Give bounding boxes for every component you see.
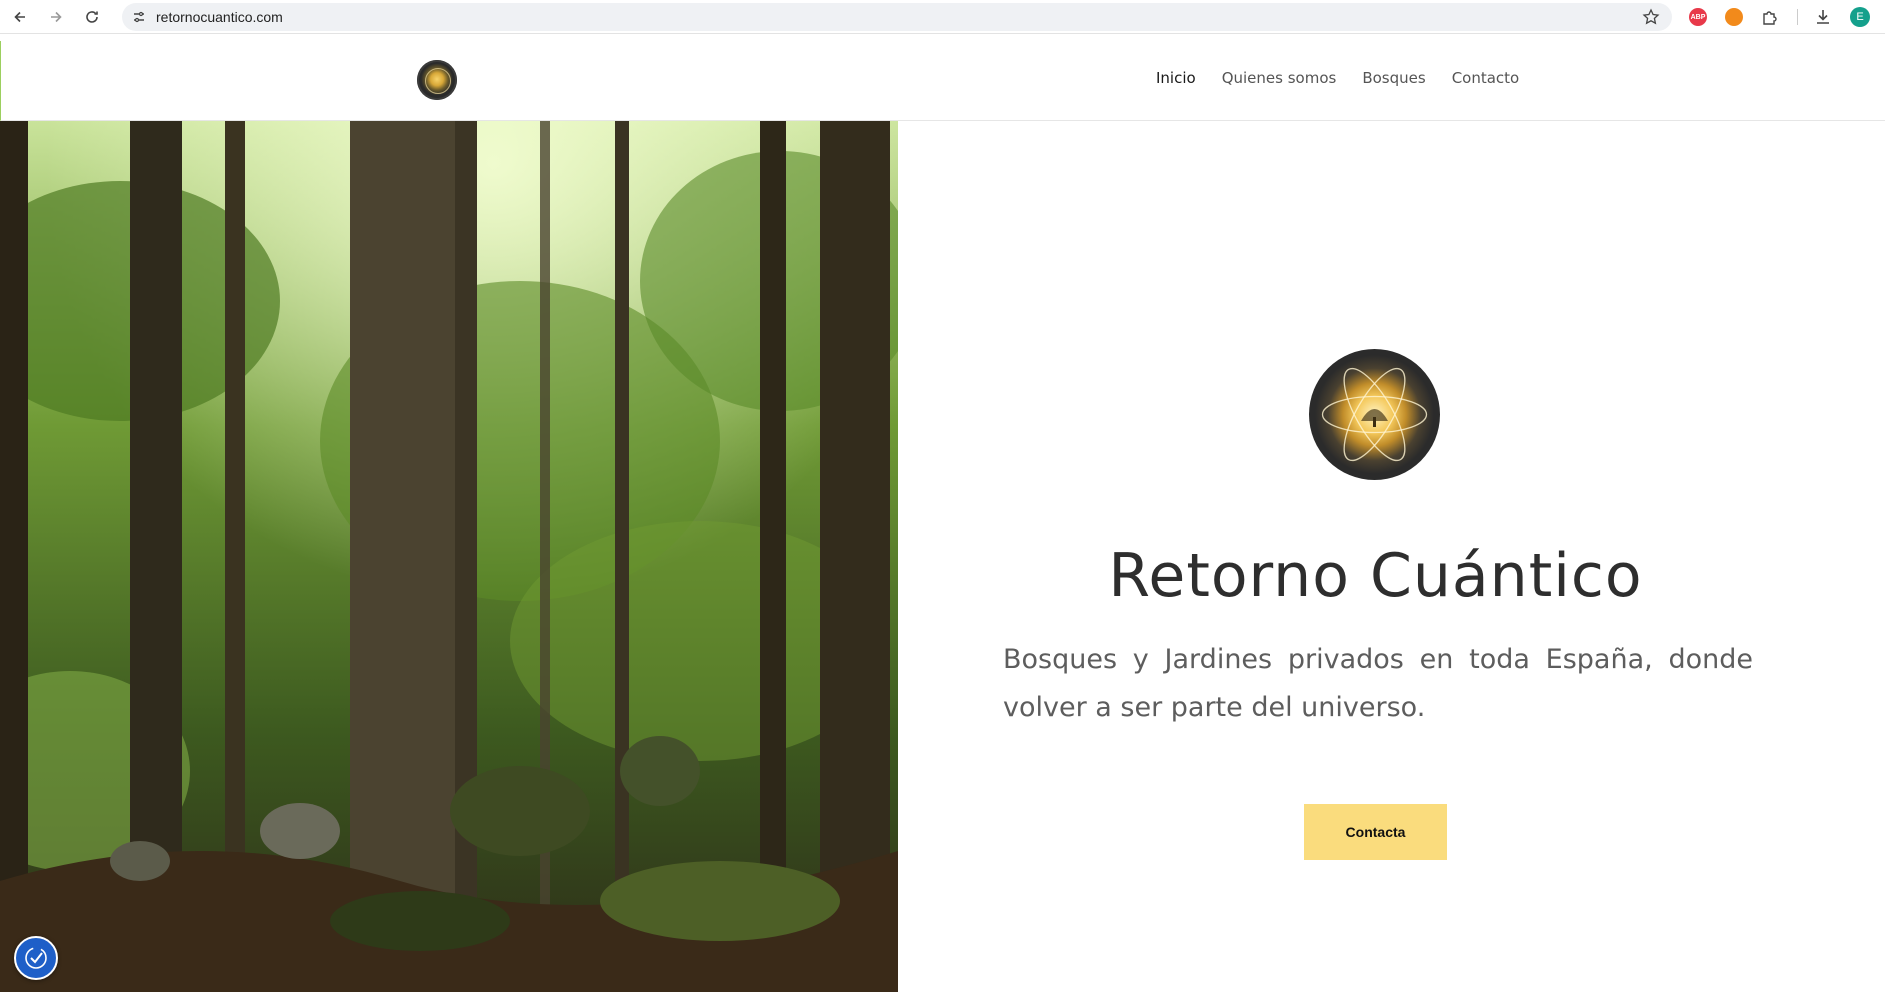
reload-icon[interactable] — [80, 5, 104, 29]
menu-item-inicio[interactable]: Inicio — [1156, 69, 1196, 87]
hero-subtitle: Bosques y Jardines privados en toda Espa… — [1003, 644, 1753, 723]
menu-item-quienes-somos[interactable]: Quienes somos — [1222, 69, 1337, 87]
menu-item-bosques[interactable]: Bosques — [1362, 69, 1425, 87]
puzzle-icon[interactable] — [1761, 8, 1779, 26]
arrow-right-icon[interactable] — [44, 5, 68, 29]
adblock-extension-icon[interactable]: ABP — [1689, 8, 1707, 26]
contacta-button[interactable]: Contacta — [1304, 804, 1447, 860]
hero-content: Retorno Cuántico Bosques y Jardines priv… — [898, 121, 1885, 992]
browser-toolbar: retornocuantico.com ABP E — [0, 0, 1885, 34]
url-text[interactable]: retornocuantico.com — [156, 9, 283, 25]
orange-extension-icon[interactable] — [1725, 8, 1743, 26]
accessibility-icon[interactable] — [14, 936, 58, 980]
site-logo[interactable] — [417, 60, 457, 100]
star-icon[interactable] — [1642, 8, 1660, 26]
profile-avatar[interactable]: E — [1850, 7, 1870, 27]
menu-item-contacto[interactable]: Contacto — [1452, 69, 1520, 87]
adblock-label: ABP — [1690, 13, 1706, 21]
hero-forest-image — [0, 121, 898, 992]
toolbar-divider — [1797, 9, 1798, 25]
hero-logo — [1309, 349, 1440, 480]
site-header: Inicio Quienes somos Bosques Contacto — [0, 41, 1885, 121]
hero-title: Retorno Cuántico — [1108, 541, 1643, 611]
arrow-left-icon[interactable] — [8, 5, 32, 29]
address-bar[interactable]: retornocuantico.com — [122, 3, 1672, 31]
main-menu: Inicio Quienes somos Bosques Contacto — [1156, 69, 1519, 87]
download-icon[interactable] — [1814, 8, 1832, 26]
tune-icon[interactable] — [132, 10, 146, 24]
